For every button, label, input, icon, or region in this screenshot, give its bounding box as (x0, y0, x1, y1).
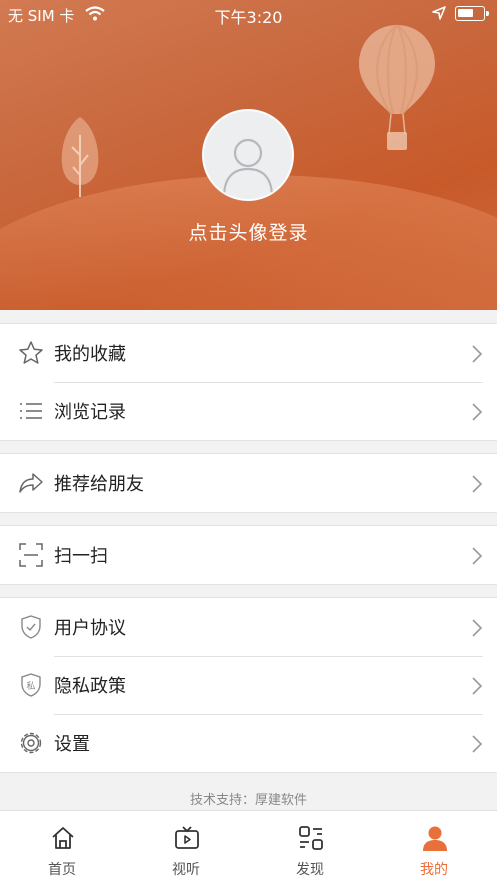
chevron-right-icon (472, 735, 483, 753)
share-icon (19, 473, 43, 493)
avatar[interactable] (202, 109, 294, 201)
tab-media[interactable]: 视听 (124, 811, 248, 883)
menu-item-recommend[interactable]: 推荐给朋友 (0, 454, 497, 512)
tab-label: 首页 (48, 862, 76, 878)
menu-item-scan[interactable]: 扫一扫 (0, 526, 497, 584)
home-icon (52, 827, 74, 849)
menu-group-collection: 我的收藏 浏览记录 (0, 323, 497, 441)
tab-label: 发现 (296, 862, 324, 878)
chevron-right-icon (472, 619, 483, 637)
menu-item-label: 推荐给朋友 (54, 474, 144, 495)
discover-icon (299, 826, 323, 850)
user-icon (423, 826, 447, 851)
tree-illustration (61, 117, 99, 197)
menu-group-share: 推荐给朋友 (0, 453, 497, 513)
login-prompt[interactable]: 点击头像登录 (0, 218, 497, 245)
menu-item-label: 扫一扫 (54, 546, 108, 567)
menu-item-privacy[interactable]: 私 隐私政策 (0, 656, 497, 714)
tech-support-text: 技术支持：厚建软件 (189, 793, 307, 808)
status-bar: 无 SIM 卡 下午3:20 (0, 0, 497, 28)
scan-icon (19, 543, 43, 567)
tab-discover[interactable]: 发现 (248, 811, 372, 883)
menu-item-label: 用户协议 (54, 618, 126, 639)
location-arrow-icon (432, 6, 446, 20)
gear-icon (20, 732, 42, 754)
menu-item-label: 浏览记录 (54, 402, 126, 423)
chevron-right-icon (472, 547, 483, 565)
chevron-right-icon (472, 677, 483, 695)
user-placeholder-icon (222, 138, 274, 198)
hot-air-balloon-illustration (359, 24, 435, 150)
chevron-right-icon (472, 403, 483, 421)
profile-header: 无 SIM 卡 下午3:20 点击头像登录 (0, 0, 497, 310)
list-icon (20, 403, 42, 419)
menu-item-agreement[interactable]: 用户协议 (0, 598, 497, 656)
chevron-right-icon (472, 345, 483, 363)
tab-label: 我的 (420, 862, 448, 878)
shield-private-icon: 私 (21, 673, 41, 697)
menu-group-policy: 用户协议 私 隐私政策 设置 (0, 597, 497, 773)
menu-item-label: 设置 (54, 734, 90, 755)
menu-item-label: 我的收藏 (54, 344, 126, 365)
tab-home[interactable]: 首页 (0, 811, 124, 883)
tab-mine[interactable]: 我的 (372, 811, 496, 883)
battery-icon (455, 6, 489, 21)
tv-icon (175, 826, 199, 849)
tab-label: 视听 (172, 862, 200, 878)
clock: 下午3:20 (214, 8, 283, 27)
menu-group-scan: 扫一扫 (0, 525, 497, 585)
chevron-right-icon (472, 475, 483, 493)
menu-item-label: 隐私政策 (54, 676, 126, 697)
bottom-tab-bar: 首页 视听 发现 我的 (0, 810, 497, 883)
svg-text:私: 私 (26, 681, 35, 692)
menu-item-favorites[interactable]: 我的收藏 (0, 324, 497, 382)
menu-item-settings[interactable]: 设置 (0, 714, 497, 772)
shield-check-icon (21, 615, 41, 639)
star-icon (19, 341, 43, 364)
menu-item-history[interactable]: 浏览记录 (0, 382, 497, 440)
